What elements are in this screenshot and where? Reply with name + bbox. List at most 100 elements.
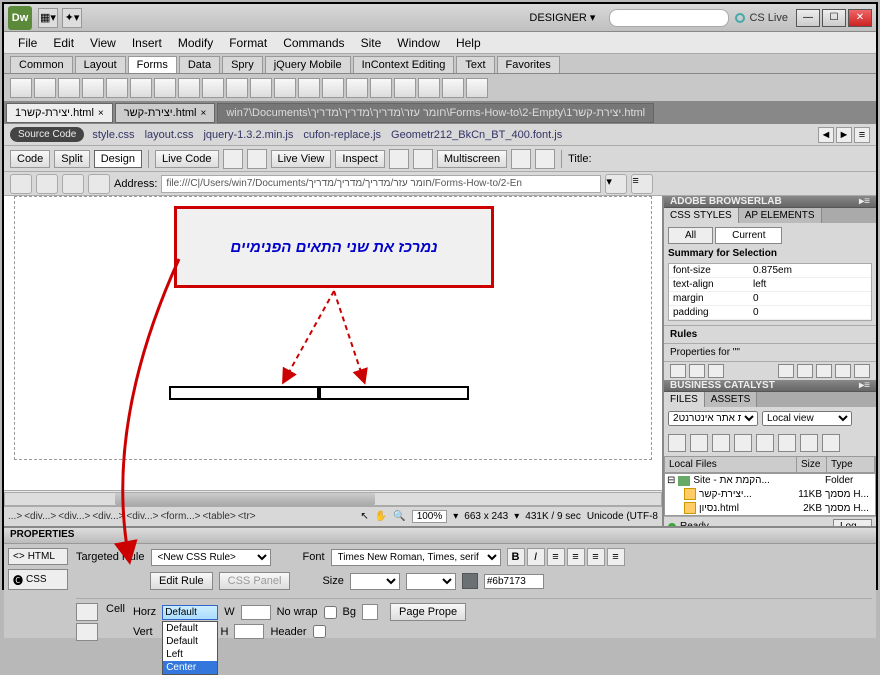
menu-format[interactable]: Format — [221, 36, 275, 50]
panel-business-catalyst[interactable]: BUSINESS CATALYST▸≡ — [664, 380, 876, 392]
tab-assets[interactable]: ASSETS — [705, 392, 757, 407]
workspace-switcher[interactable]: DESIGNER ▾ — [521, 9, 603, 26]
css-properties-list[interactable]: font-size0.875emtext-alignleftmargin0pad… — [668, 263, 872, 321]
table-cell[interactable] — [319, 386, 469, 400]
maximize-button[interactable]: ☐ — [822, 9, 846, 27]
home-button[interactable] — [88, 174, 110, 194]
size-select[interactable] — [350, 573, 400, 590]
split-view-button[interactable]: Split — [54, 150, 89, 168]
tag-selector-item[interactable]: <table> — [202, 511, 235, 522]
css-mode-button[interactable]: 🅒 CSS — [8, 569, 68, 590]
tool-icon[interactable] — [413, 149, 433, 169]
tab-files[interactable]: FILES — [664, 392, 705, 407]
tool-icon[interactable] — [389, 149, 409, 169]
col-type[interactable]: Type — [827, 457, 875, 472]
css-current-button[interactable]: Current — [715, 227, 782, 244]
panel-browserlab[interactable]: ADOBE BROWSERLAB▸≡ — [664, 196, 876, 208]
align-right-icon[interactable]: ≡ — [587, 548, 605, 566]
tag-selector-item[interactable]: <tr> — [238, 511, 256, 522]
related-file[interactable]: layout.css — [145, 129, 194, 141]
insert-tab-jquery-mobile[interactable]: jQuery Mobile — [265, 56, 351, 73]
related-file[interactable]: style.css — [92, 129, 134, 141]
file-row[interactable]: ⊟Site - הקמת את...Folder — [665, 474, 875, 487]
insert-tool-icon[interactable] — [466, 78, 488, 98]
insert-tool-icon[interactable] — [58, 78, 80, 98]
tool-icon[interactable] — [535, 149, 555, 169]
tag-selector[interactable]: ...><div...><div...><div...><div...><for… — [8, 511, 256, 522]
address-input[interactable] — [161, 175, 601, 193]
close-icon[interactable]: × — [98, 108, 104, 119]
tool-icon[interactable] — [247, 149, 267, 169]
insert-tab-common[interactable]: Common — [10, 56, 73, 73]
insert-tool-icon[interactable] — [226, 78, 248, 98]
menu-site[interactable]: Site — [353, 36, 390, 50]
font-select[interactable]: Times New Roman, Times, serif — [331, 549, 501, 566]
horz-select[interactable]: Default — [162, 605, 218, 620]
html-mode-button[interactable]: <> HTML — [8, 548, 68, 565]
table-row[interactable] — [169, 386, 469, 400]
file-row[interactable]: יצירת-קשר...11KBמסמך H... — [665, 487, 875, 501]
insert-tab-layout[interactable]: Layout — [75, 56, 126, 73]
search-input[interactable] — [609, 9, 729, 27]
options-button[interactable]: ≡ — [631, 174, 653, 194]
css-prop-row[interactable]: font-size0.875em — [669, 264, 871, 278]
site-dropdown[interactable]: ת אתר אינטרנט2 — [668, 411, 758, 426]
view-dropdown[interactable]: Local view — [762, 411, 852, 426]
table-cell[interactable] — [169, 386, 319, 400]
checkout-icon[interactable] — [756, 434, 774, 452]
live-code-button[interactable]: Live Code — [155, 150, 219, 168]
doc-tab-active[interactable]: יצירת-קשר1.html× — [6, 103, 113, 123]
cslive-button[interactable]: CS Live — [735, 12, 788, 24]
unit-select[interactable] — [406, 573, 456, 590]
insert-tool-icon[interactable] — [370, 78, 392, 98]
insert-tool-icon[interactable] — [298, 78, 320, 98]
tag-selector-item[interactable]: <div...> — [24, 511, 56, 522]
insert-tool-icon[interactable] — [250, 78, 272, 98]
tag-selector-item[interactable]: <div...> — [126, 511, 158, 522]
insert-tool-icon[interactable] — [106, 78, 128, 98]
css-prop-row[interactable]: margin0 — [669, 292, 871, 306]
h-input[interactable] — [234, 624, 264, 639]
css-prop-row[interactable]: padding0 — [669, 306, 871, 320]
edit-icon[interactable] — [816, 364, 832, 378]
connect-icon[interactable] — [668, 434, 686, 452]
targeted-rule-select[interactable]: <New CSS Rule> — [151, 549, 271, 566]
insert-tool-icon[interactable] — [394, 78, 416, 98]
merge-cells-icon[interactable] — [76, 603, 98, 621]
horizontal-scrollbar[interactable] — [4, 490, 662, 506]
related-file[interactable]: jquery-1.3.2.min.js — [203, 129, 293, 141]
col-local-files[interactable]: Local Files — [665, 457, 797, 472]
design-canvas[interactable]: נמרכז את שני התאים הפנימיים — [4, 196, 662, 490]
tag-selector-item[interactable]: ...> — [8, 511, 22, 522]
menu-window[interactable]: Window — [389, 36, 448, 50]
horz-dropdown-list[interactable]: DefaultDefaultLeftCenter — [162, 621, 218, 675]
put-icon[interactable] — [734, 434, 752, 452]
hand-icon[interactable]: ✋ — [375, 511, 387, 522]
tab-ap-elements[interactable]: AP ELEMENTS — [739, 208, 822, 223]
edit-rule-button[interactable]: Edit Rule — [150, 572, 213, 590]
insert-tab-spry[interactable]: Spry — [222, 56, 263, 73]
new-rule-icon[interactable] — [797, 364, 813, 378]
prev-icon[interactable]: ◄ — [818, 127, 834, 143]
w-input[interactable] — [241, 605, 271, 620]
color-input[interactable] — [484, 574, 544, 589]
insert-tab-forms[interactable]: Forms — [128, 56, 177, 73]
tool-icon[interactable] — [511, 149, 531, 169]
multiscreen-button[interactable]: Multiscreen — [437, 150, 507, 168]
forward-button[interactable] — [36, 174, 58, 194]
tool-icon[interactable] — [223, 149, 243, 169]
tag-selector-item[interactable]: <div...> — [92, 511, 124, 522]
menu-insert[interactable]: Insert — [124, 36, 170, 50]
insert-tool-icon[interactable] — [154, 78, 176, 98]
insert-tab-incontext-editing[interactable]: InContext Editing — [353, 56, 455, 73]
back-button[interactable] — [10, 174, 32, 194]
source-code-button[interactable]: Source Code — [10, 127, 84, 142]
insert-tab-favorites[interactable]: Favorites — [497, 56, 560, 73]
checkin-icon[interactable] — [778, 434, 796, 452]
zoom-icon[interactable]: 🔍 — [393, 511, 405, 522]
menu-commands[interactable]: Commands — [275, 36, 352, 50]
layout-switcher-icon[interactable]: ▦▾ — [38, 8, 58, 28]
insert-tool-icon[interactable] — [82, 78, 104, 98]
related-file[interactable]: Geometr212_BkCn_BT_400.font.js — [391, 129, 562, 141]
insert-tool-icon[interactable] — [346, 78, 368, 98]
